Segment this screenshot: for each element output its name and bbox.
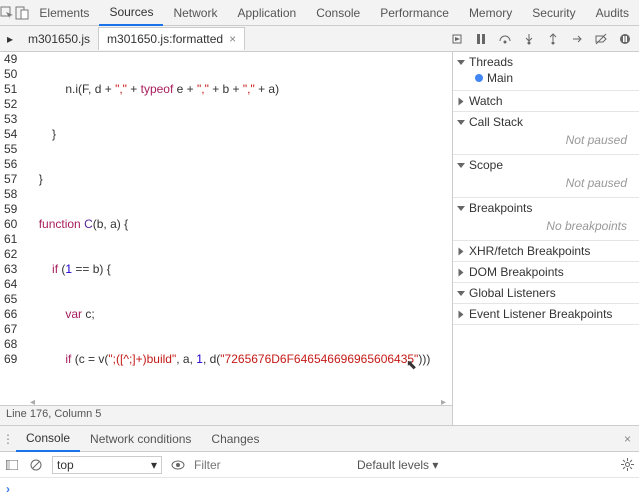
- line-gutter: 4950515253545556575859606162636465666768…: [0, 52, 25, 397]
- tab-audits[interactable]: Audits: [586, 1, 639, 25]
- tab-application[interactable]: Application: [227, 1, 306, 25]
- log-levels-selector[interactable]: Default levels ▾: [357, 458, 438, 472]
- tab-memory[interactable]: Memory: [459, 1, 522, 25]
- step-over-icon[interactable]: [497, 31, 513, 47]
- device-icon[interactable]: [15, 5, 30, 21]
- console-sidebar-toggle-icon[interactable]: [4, 457, 20, 473]
- code-pane: 4950515253545556575859606162636465666768…: [0, 52, 453, 425]
- drawer-tab-network-conditions[interactable]: Network conditions: [80, 427, 201, 451]
- close-icon[interactable]: ×: [229, 32, 236, 46]
- live-expression-icon[interactable]: [170, 457, 186, 473]
- tab-elements[interactable]: Elements: [29, 1, 99, 25]
- step-icon[interactable]: [569, 31, 585, 47]
- threads-section[interactable]: Threads: [457, 55, 635, 69]
- step-into-icon[interactable]: [521, 31, 537, 47]
- status-bar: Line 176, Column 5: [0, 405, 452, 425]
- tab-sources[interactable]: Sources: [99, 0, 163, 26]
- close-drawer-icon[interactable]: ×: [616, 432, 639, 446]
- pause-exceptions-icon[interactable]: [617, 31, 633, 47]
- watch-section[interactable]: Watch: [457, 94, 635, 108]
- breakpoints-empty: No breakpoints: [457, 215, 635, 237]
- event-listener-breakpoints-section[interactable]: Event Listener Breakpoints: [457, 307, 635, 321]
- drawer-tab-console[interactable]: Console: [16, 426, 80, 452]
- deactivate-breakpoints-icon[interactable]: [593, 31, 609, 47]
- tab-security[interactable]: Security: [522, 1, 585, 25]
- clear-console-icon[interactable]: [28, 457, 44, 473]
- scope-empty: Not paused: [457, 172, 635, 194]
- code-content[interactable]: n.i(F, d + "," + typeof e + "," + b + ",…: [25, 52, 440, 397]
- context-selector[interactable]: top▾: [52, 456, 162, 474]
- breakpoints-section[interactable]: Breakpoints: [457, 201, 635, 215]
- console-settings-icon[interactable]: [619, 457, 635, 473]
- file-tabs: ▸ m301650.js m301650.js:formatted ×: [0, 26, 639, 52]
- file-tab-label: m301650.js: [28, 32, 90, 46]
- chevron-down-icon: ▾: [151, 458, 157, 472]
- tab-performance[interactable]: Performance: [370, 1, 459, 25]
- drawer: ⋮ Console Network conditions Changes × t…: [0, 425, 639, 500]
- console-controls: top▾ Default levels ▾: [0, 452, 639, 478]
- devtools-tabs: Elements Sources Network Application Con…: [0, 0, 639, 26]
- global-listeners-section[interactable]: Global Listeners: [457, 286, 635, 300]
- inspect-icon[interactable]: [0, 5, 15, 21]
- file-tab-1[interactable]: m301650.js: [20, 28, 98, 50]
- console-input[interactable]: [0, 478, 639, 500]
- xhr-breakpoints-section[interactable]: XHR/fetch Breakpoints: [457, 244, 635, 258]
- pause-icon[interactable]: [473, 31, 489, 47]
- tab-console[interactable]: Console: [306, 1, 370, 25]
- debugger-toolbar: [449, 31, 639, 47]
- thread-main[interactable]: Main: [457, 69, 635, 87]
- step-out-icon[interactable]: [545, 31, 561, 47]
- run-icon[interactable]: [449, 31, 465, 47]
- horizontal-scrollbar[interactable]: [0, 397, 452, 405]
- drawer-menu-icon[interactable]: ⋮: [0, 432, 16, 446]
- tab-network[interactable]: Network: [163, 1, 227, 25]
- debugger-sidebar: Threads Main Watch Call Stack Not paused…: [453, 52, 639, 425]
- file-tab-label: m301650.js:formatted: [107, 32, 223, 46]
- drawer-tab-changes[interactable]: Changes: [201, 427, 269, 451]
- callstack-empty: Not paused: [457, 129, 635, 151]
- callstack-section[interactable]: Call Stack: [457, 115, 635, 129]
- file-tab-2[interactable]: m301650.js:formatted ×: [98, 27, 245, 50]
- dom-breakpoints-section[interactable]: DOM Breakpoints: [457, 265, 635, 279]
- navigator-toggle-icon[interactable]: ▸: [0, 31, 20, 47]
- scope-section[interactable]: Scope: [457, 158, 635, 172]
- filter-input[interactable]: [194, 458, 349, 472]
